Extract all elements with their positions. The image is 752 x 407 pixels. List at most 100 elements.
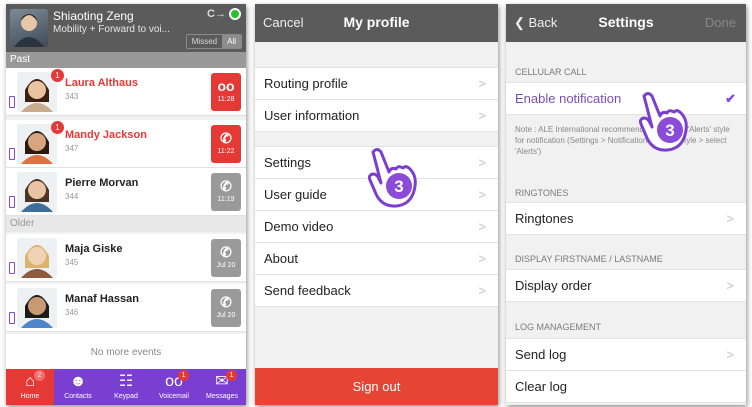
call-time: Jul 20	[216, 312, 236, 319]
contact-name: Mandy Jackson	[65, 129, 147, 141]
section-cellular-call: CELLULAR CALL	[515, 67, 587, 77]
contact-name: Pierre Morvan	[65, 177, 139, 189]
menu-item-about[interactable]: About >	[255, 243, 498, 275]
clear-log-label: Clear log	[515, 379, 568, 394]
chevron-right-icon: >	[478, 219, 486, 234]
routing-status: Mobility + Forward to voi...	[53, 24, 170, 35]
ringtones-item[interactable]: Ringtones >	[506, 203, 746, 235]
call-row[interactable]: 1 Laura Althaus 343 οο 11:28	[6, 68, 246, 116]
contact-number: 347	[65, 144, 79, 153]
chevron-right-icon: >	[478, 108, 486, 123]
call-row[interactable]: 1 Mandy Jackson 347 ✆ 11:22	[6, 120, 246, 168]
contact-photo	[17, 172, 57, 212]
messages-icon: ✉	[215, 373, 229, 390]
call-back-button[interactable]: ✆ 11:22	[211, 125, 241, 163]
call-time: 11:19	[217, 196, 235, 203]
step-number: 3	[394, 177, 403, 196]
call-row[interactable]: Manaf Hassan 346 ✆ Jul 20	[6, 284, 246, 332]
call-back-button[interactable]: ✆ Jul 20	[211, 289, 241, 327]
filter-all-button[interactable]: All	[222, 35, 241, 48]
menu-item-label: Demo video	[264, 219, 334, 234]
tab-contacts[interactable]: ☻ Contacts	[54, 369, 102, 405]
section-log-management: LOG MANAGEMENT	[515, 322, 602, 332]
phone-icon: ✆	[220, 178, 232, 194]
contacts-icon: ☻	[69, 373, 87, 390]
filter-missed-button[interactable]: Missed	[187, 35, 222, 48]
log-group: Send log > Clear log	[506, 338, 746, 403]
tab-badge: 1	[178, 370, 189, 381]
call-back-button[interactable]: ✆ 11:19	[211, 173, 241, 211]
section-ringtones: RINGTONES	[515, 188, 569, 198]
chevron-right-icon: >	[478, 283, 486, 298]
section-older: Older	[6, 216, 246, 232]
ringtones-group: Ringtones >	[506, 202, 746, 235]
no-more-events: No more events	[6, 334, 246, 372]
call-filter[interactable]: Missed All	[185, 34, 242, 49]
chevron-right-icon: >	[478, 187, 486, 202]
forward-icon: C→	[207, 8, 226, 20]
menu-item-label: Send feedback	[264, 283, 351, 298]
phone-icon: ✆	[220, 294, 232, 310]
contact-name: Laura Althaus	[65, 77, 138, 89]
voicemail-button[interactable]: οο 11:28	[211, 73, 241, 111]
contact-name: Manaf Hassan	[65, 293, 139, 305]
keypad-icon: ☷	[118, 373, 134, 390]
clear-log-item[interactable]: Clear log	[506, 371, 746, 403]
tab-messages[interactable]: ✉ Messages 1	[198, 369, 246, 405]
nav-bar: ❮ Back Settings Done	[506, 4, 746, 42]
menu-item-routing-profile[interactable]: Routing profile >	[255, 68, 498, 100]
tab-label: Keypad	[114, 393, 138, 400]
mobile-device-icon	[9, 196, 15, 208]
chevron-right-icon: >	[478, 155, 486, 170]
call-time: 11:22	[217, 148, 235, 155]
display-group: Display order >	[506, 269, 746, 302]
menu-item-send-feedback[interactable]: Send feedback >	[255, 275, 498, 307]
done-button[interactable]: Done	[705, 15, 736, 30]
user-header[interactable]: Shiaoting Zeng Mobility + Forward to voi…	[6, 4, 246, 52]
menu-item-user-information[interactable]: User information >	[255, 100, 498, 132]
contact-number: 343	[65, 92, 79, 101]
call-time: 11:28	[217, 96, 235, 103]
user-name: Shiaoting Zeng	[53, 9, 134, 23]
chevron-right-icon: >	[726, 347, 734, 362]
contact-number: 344	[65, 192, 79, 201]
chevron-right-icon: >	[726, 211, 734, 226]
menu-item-label: About	[264, 251, 298, 266]
user-avatar	[10, 9, 48, 47]
ringtones-label: Ringtones	[515, 211, 574, 226]
tab-keypad[interactable]: ☷ Keypad	[102, 369, 150, 405]
cellular-group: Enable notification ✔	[506, 82, 746, 115]
tab-voicemail[interactable]: οο Voicemail 1	[150, 369, 198, 405]
nav-bar: Cancel My profile	[255, 4, 498, 42]
chevron-right-icon: >	[478, 251, 486, 266]
mobile-device-icon	[9, 312, 15, 324]
call-row[interactable]: Pierre Morvan 344 ✆ 11:19	[6, 168, 246, 216]
call-row[interactable]: Maja Giske 345 ✆ Jul 20	[6, 234, 246, 282]
tab-home[interactable]: ⌂ Home 2	[6, 369, 54, 405]
step-number: 3	[665, 121, 674, 140]
mobile-device-icon	[9, 148, 15, 160]
contact-number: 346	[65, 308, 79, 317]
display-order-item[interactable]: Display order >	[506, 270, 746, 302]
home-screen: Shiaoting Zeng Mobility + Forward to voi…	[6, 4, 246, 405]
notification-note: Note : ALE International recommends to u…	[515, 125, 730, 156]
contact-photo	[17, 288, 57, 328]
contact-number: 345	[65, 258, 79, 267]
menu-item-demo-video[interactable]: Demo video >	[255, 211, 498, 243]
presence-online-icon	[229, 8, 241, 20]
enable-notification-label: Enable notification	[515, 91, 622, 106]
menu-item-label: Routing profile	[264, 76, 348, 91]
menu-item-label: User guide	[264, 187, 327, 202]
contact-name: Maja Giske	[65, 243, 123, 255]
sign-out-button[interactable]: Sign out	[255, 368, 498, 405]
send-log-item[interactable]: Send log >	[506, 339, 746, 371]
tab-badge: 1	[226, 370, 237, 381]
send-log-label: Send log	[515, 347, 567, 362]
enable-notification-toggle[interactable]: Enable notification ✔	[506, 83, 746, 115]
tab-label: Contacts	[64, 393, 92, 400]
call-back-button[interactable]: ✆ Jul 20	[211, 239, 241, 277]
page-title: My profile	[343, 14, 410, 30]
tab-badge: 2	[34, 370, 45, 381]
tab-label: Messages	[206, 393, 238, 400]
checkmark-icon: ✔	[725, 91, 736, 106]
